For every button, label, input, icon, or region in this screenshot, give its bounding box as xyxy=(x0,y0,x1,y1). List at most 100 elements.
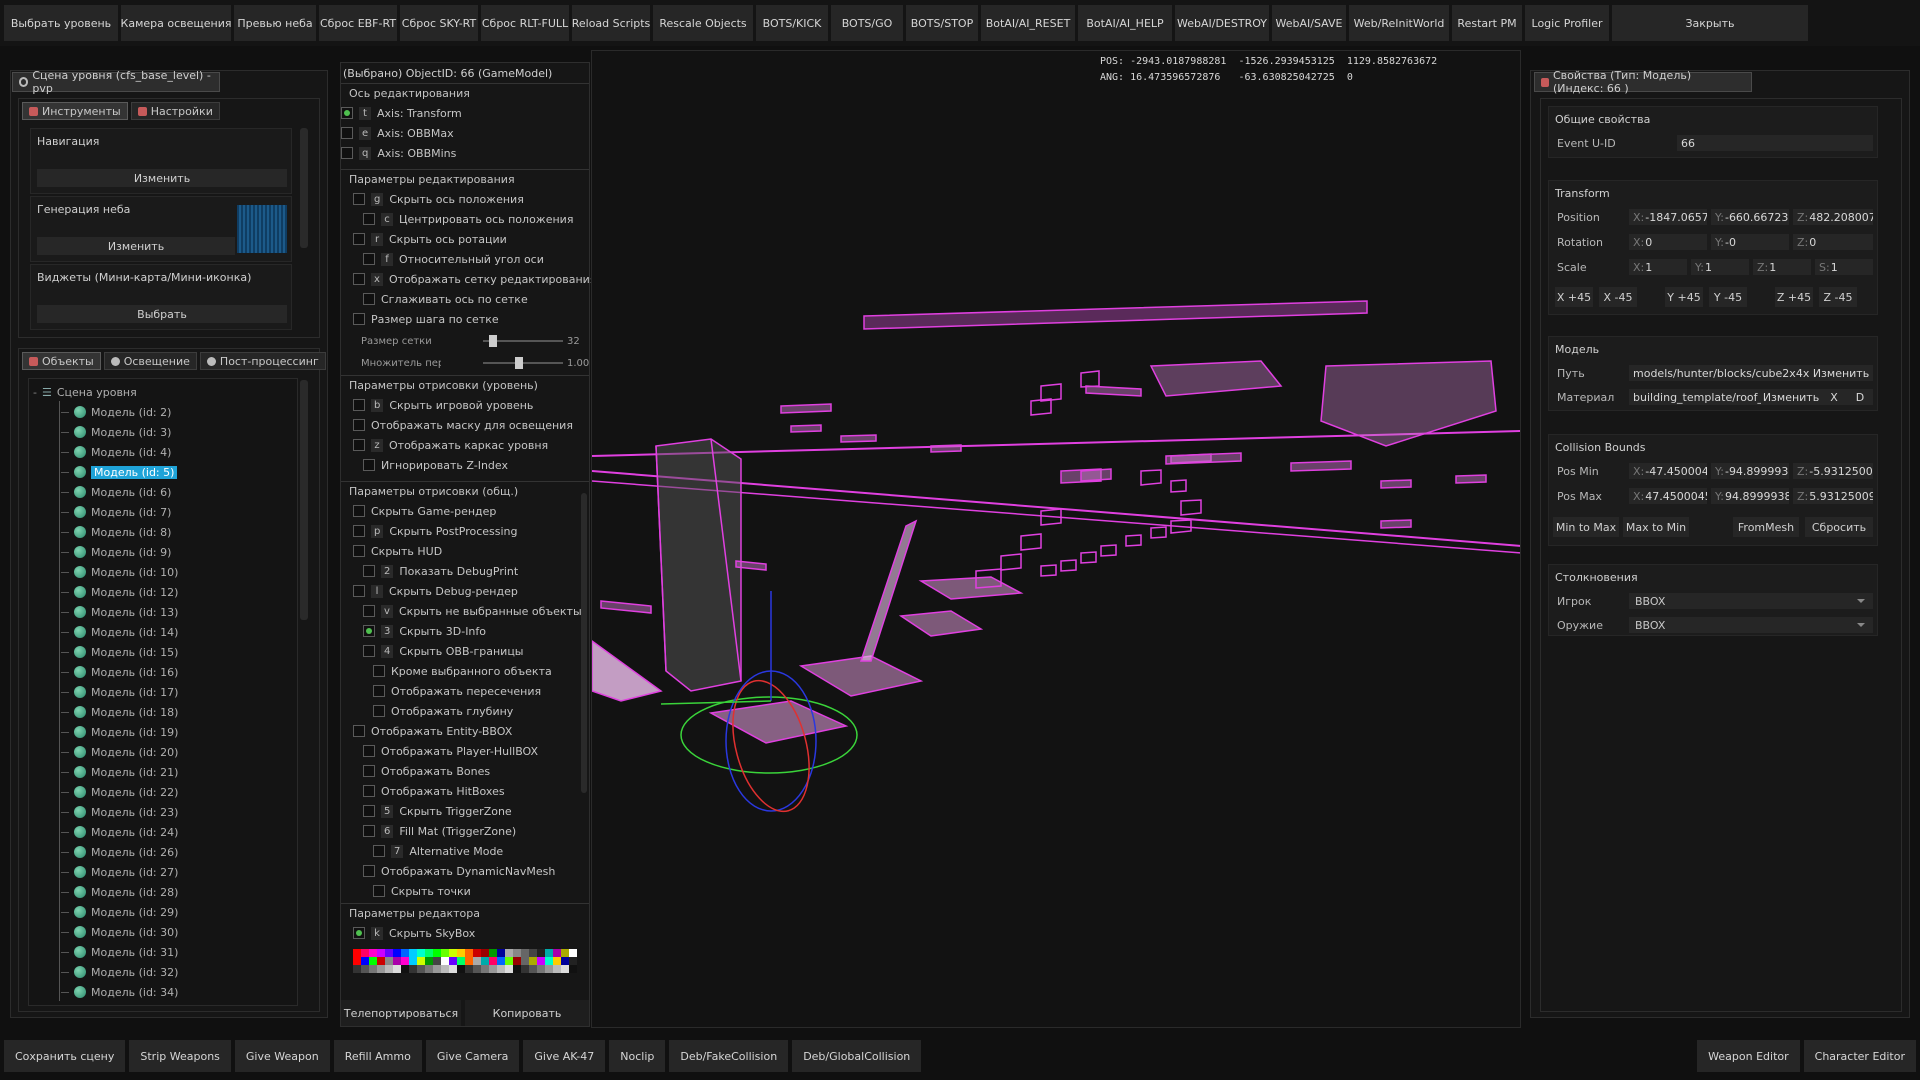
top-button-7[interactable]: Rescale Objects xyxy=(653,5,753,41)
material-default-button[interactable]: D xyxy=(1847,389,1873,405)
palette-swatch[interactable] xyxy=(545,957,553,965)
checkbox[interactable] xyxy=(363,253,375,265)
tree-item[interactable]: Модель (id: 3) xyxy=(61,423,171,441)
pos-max-z-field[interactable]: Z: 5.93125009 xyxy=(1793,488,1873,504)
tree-item[interactable]: Модель (id: 5) xyxy=(61,463,178,481)
palette-swatch[interactable] xyxy=(489,965,497,973)
palette-swatch[interactable] xyxy=(449,957,457,965)
palette-swatch[interactable] xyxy=(457,957,465,965)
checkbox[interactable] xyxy=(373,665,385,677)
palette-swatch[interactable] xyxy=(465,957,473,965)
palette-swatch[interactable] xyxy=(353,957,361,965)
option-editor-0[interactable]: k Скрыть SkyBox xyxy=(353,925,475,941)
palette-swatch[interactable] xyxy=(481,949,489,957)
rotate-z-plus45-button[interactable]: Z +45 xyxy=(1775,287,1813,307)
pos-max-x-field[interactable]: X: 47.4500045 xyxy=(1629,488,1707,504)
tree-item[interactable]: Модель (id: 29) xyxy=(61,903,178,921)
tree-item[interactable]: Модель (id: 18) xyxy=(61,703,178,721)
palette-swatch[interactable] xyxy=(537,949,545,957)
checkbox[interactable] xyxy=(353,399,365,411)
checkbox[interactable] xyxy=(353,419,365,431)
palette-swatch[interactable] xyxy=(417,949,425,957)
model-path-field[interactable]: models/hunter/blocks/cube2x4x025 xyxy=(1629,365,1809,381)
checkbox[interactable] xyxy=(353,505,365,517)
palette-swatch[interactable] xyxy=(465,965,473,973)
copy-button[interactable]: Копировать xyxy=(465,1000,589,1026)
option-render_level-1[interactable]: Отображать маску для освещения xyxy=(353,417,573,433)
palette-swatch[interactable] xyxy=(425,957,433,965)
tree-item[interactable]: Модель (id: 24) xyxy=(61,823,178,841)
palette-swatch[interactable] xyxy=(409,949,417,957)
palette-swatch[interactable] xyxy=(417,957,425,965)
checkbox[interactable] xyxy=(363,825,375,837)
checkbox[interactable] xyxy=(363,765,375,777)
palette-swatch[interactable] xyxy=(385,949,393,957)
top-button-2[interactable]: Превью неба xyxy=(234,5,316,41)
option-params-1[interactable]: c Центрировать ось положения xyxy=(363,211,573,227)
tree-item[interactable]: Модель (id: 30) xyxy=(61,923,178,941)
palette-swatch[interactable] xyxy=(441,965,449,973)
bottom-right-button-0[interactable]: Weapon Editor xyxy=(1697,1040,1800,1072)
pos-min-z-field[interactable]: Z: -5.93125009 xyxy=(1793,463,1873,479)
palette-swatch[interactable] xyxy=(505,949,513,957)
top-button-6[interactable]: Reload Scripts xyxy=(572,5,650,41)
widgets-select-button[interactable]: Выбрать xyxy=(37,305,287,323)
option-params-2[interactable]: r Скрыть ось ротации xyxy=(353,231,507,247)
palette-swatch[interactable] xyxy=(553,957,561,965)
option-render_level-3[interactable]: Игнорировать Z-Index xyxy=(363,457,508,473)
top-button-8[interactable]: BOTS/KICK xyxy=(756,5,828,41)
reset-bounds-button[interactable]: Сбросить xyxy=(1805,517,1873,537)
material-change-button[interactable]: Изменить xyxy=(1761,389,1821,405)
position-z-field[interactable]: Z:482.2080078 xyxy=(1793,209,1873,225)
palette-swatch[interactable] xyxy=(497,957,505,965)
teleport-button[interactable]: Телепортироваться xyxy=(341,1000,461,1026)
min-to-max-button[interactable]: Min to Max xyxy=(1553,517,1619,537)
checkbox[interactable] xyxy=(353,233,365,245)
palette-swatch[interactable] xyxy=(489,949,497,957)
pos-max-y-field[interactable]: Y: 94.8999938 xyxy=(1711,488,1789,504)
option-render_common-4[interactable]: l Скрыть Debug-рендер xyxy=(353,583,518,599)
palette-swatch[interactable] xyxy=(417,965,425,973)
palette-swatch[interactable] xyxy=(537,965,545,973)
material-field[interactable]: building_template/roof_ter xyxy=(1629,389,1761,405)
tree-item[interactable]: Модель (id: 34) xyxy=(61,983,178,1001)
pos-min-y-field[interactable]: Y: -94.8999938 xyxy=(1711,463,1789,479)
option-render_common-13[interactable]: Отображать Bones xyxy=(363,763,490,779)
bottom-button-5[interactable]: Give AK-47 xyxy=(523,1040,606,1072)
palette-swatch[interactable] xyxy=(481,957,489,965)
option-params-6[interactable]: Размер шага по сетке xyxy=(353,311,499,327)
palette-swatch[interactable] xyxy=(473,965,481,973)
checkbox[interactable] xyxy=(353,313,365,325)
path-change-button[interactable]: Изменить xyxy=(1809,365,1873,381)
option-render_level-2[interactable]: z Отображать каркас уровня xyxy=(353,437,548,453)
options-scrollbar[interactable] xyxy=(581,493,587,793)
checkbox[interactable] xyxy=(363,645,375,657)
bottom-button-2[interactable]: Give Weapon xyxy=(234,1040,330,1072)
palette-swatch[interactable] xyxy=(561,965,569,973)
palette-swatch[interactable] xyxy=(569,957,577,965)
palette-swatch[interactable] xyxy=(377,949,385,957)
tree-item[interactable]: Модель (id: 6) xyxy=(61,483,171,501)
palette-swatch[interactable] xyxy=(545,965,553,973)
top-button-5[interactable]: Сброс RLT-FULL xyxy=(481,5,569,41)
top-button-17[interactable]: Logic Profiler xyxy=(1525,5,1609,41)
palette-swatch[interactable] xyxy=(521,965,529,973)
option-axis-0[interactable]: t Axis: Transform xyxy=(341,105,462,121)
option-render_common-15[interactable]: 5 Скрыть TriggerZone xyxy=(363,803,512,819)
bottom-button-7[interactable]: Deb/FakeCollision xyxy=(669,1040,789,1072)
tree-item[interactable]: Модель (id: 12) xyxy=(61,583,178,601)
palette-swatch[interactable] xyxy=(513,949,521,957)
weapon-collision-select[interactable]: BBOX xyxy=(1629,617,1873,633)
palette-swatch[interactable] xyxy=(361,957,369,965)
scale-s-field[interactable]: S: 1 xyxy=(1815,259,1873,275)
palette-swatch[interactable] xyxy=(409,965,417,973)
option-render_common-10[interactable]: Отображать глубину xyxy=(373,703,513,719)
palette-swatch[interactable] xyxy=(505,957,513,965)
palette-swatch[interactable] xyxy=(529,965,537,973)
checkbox[interactable] xyxy=(353,439,365,451)
top-button-13[interactable]: WebAI/DESTROY xyxy=(1175,5,1269,41)
bottom-button-6[interactable]: Noclip xyxy=(609,1040,666,1072)
palette-swatch[interactable] xyxy=(401,957,409,965)
tree-item[interactable]: Модель (id: 23) xyxy=(61,803,178,821)
option-render_common-6[interactable]: 3 Скрыть 3D-Info xyxy=(363,623,486,639)
